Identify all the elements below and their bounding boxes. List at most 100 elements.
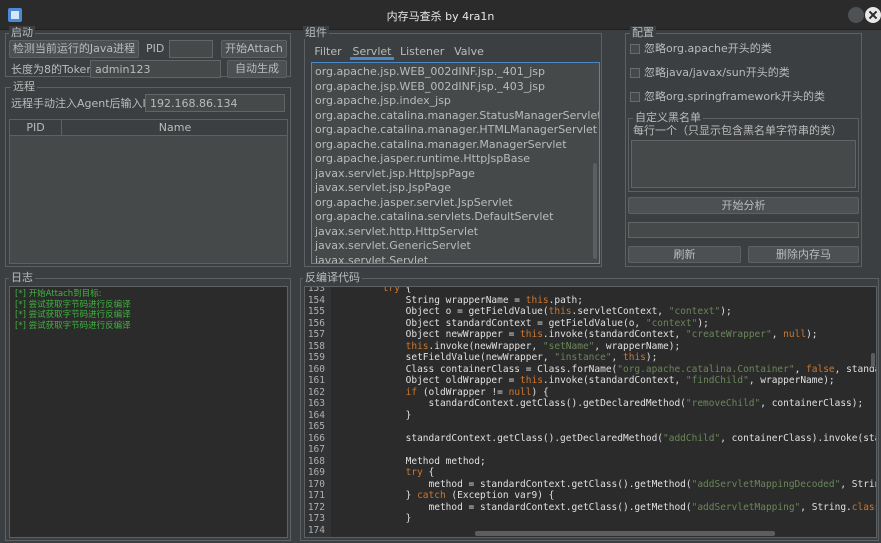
tab-valve[interactable]: Valve (452, 44, 486, 60)
code-line: } catch (Exception var9) { (337, 490, 555, 501)
class-list-item[interactable]: org.apache.catalina.servlets.DefaultServ… (315, 210, 553, 224)
line-number-gutter: 153 154 155 156 157 158 159 160 161 162 … (305, 287, 331, 537)
class-list-item[interactable]: org.apache.jsp.WEB_002dINF.jsp._403_jsp (315, 80, 545, 94)
ignore-apache-label: 忽略org.apache开头的类 (644, 42, 772, 55)
remote-ip-input[interactable]: 192.168.86.134 (145, 94, 285, 112)
code-line: try { (382, 286, 412, 294)
code-line: if (oldWrapper != null) { (405, 386, 549, 398)
code-line: Object oldWrapper = this.invoke(standard… (337, 375, 835, 386)
blacklist-title: 自定义黑名单 (633, 111, 703, 124)
ignore-apache-checkbox[interactable] (630, 44, 640, 54)
components-group-title: 组件 (303, 26, 329, 39)
title-bar: 内存马查杀 by 4ra1n (0, 0, 881, 30)
line-number: 154 (307, 294, 325, 306)
class-list-item[interactable]: org.apache.jsp.WEB_002dINF.jsp._401_jsp (315, 65, 545, 79)
token-input[interactable]: admin123 (90, 60, 221, 78)
detect-java-process-button[interactable]: 检测当前运行的Java进程 (9, 40, 139, 58)
tab-servlet[interactable]: Servlet (350, 44, 394, 60)
line-number: 161 (307, 375, 325, 386)
minimize-button[interactable] (848, 7, 864, 23)
refresh-button[interactable]: 刷新 (628, 246, 741, 263)
code-line: setFieldValue(newWrapper, "instance", th… (337, 352, 658, 363)
code-group-title: 反编译代码 (303, 271, 362, 284)
line-number: 165 (307, 421, 325, 432)
class-list[interactable]: org.apache.jsp.WEB_002dINF.jsp._401_jsp … (311, 62, 600, 264)
ignore-java-label: 忽略java/javax/sun开头的类 (644, 66, 790, 79)
class-list-item[interactable]: org.apache.jsp.index_jsp (315, 94, 451, 108)
line-number: 163 (307, 398, 325, 409)
class-list-item[interactable]: javax.servlet.jsp.JspPage (315, 181, 451, 195)
line-number: 155 (307, 306, 325, 317)
code-vertical-scrollbar[interactable] (871, 353, 875, 367)
analysis-progress (628, 222, 859, 238)
class-list-item[interactable]: org.apache.catalina.manager.HTMLManagerS… (315, 123, 597, 137)
pid-label: PID (146, 42, 165, 55)
tab-listener[interactable]: Listener (400, 44, 444, 60)
line-number: 156 (307, 317, 325, 329)
autogen-token-button[interactable]: 自动生成 (227, 60, 287, 78)
pid-input[interactable] (169, 40, 213, 58)
attach-button[interactable]: 开始Attach (221, 40, 287, 58)
line-number: 171 (307, 490, 325, 501)
class-list-scrollbar[interactable] (593, 163, 597, 259)
class-list-item[interactable]: org.apache.catalina.manager.ManagerServl… (315, 138, 567, 152)
analyze-button[interactable]: 开始分析 (628, 197, 859, 214)
process-table[interactable] (9, 136, 288, 264)
line-number: 168 (307, 455, 325, 467)
column-pid[interactable]: PID (10, 120, 62, 135)
ignore-spring-checkbox[interactable] (630, 92, 640, 102)
code-line: standardContext.getClass().getDeclaredMe… (337, 398, 864, 409)
line-number: 172 (307, 501, 325, 513)
log-output[interactable]: [*] 开始Attach到目标: [*] 尝试获取字节码进行反编译 [*] 尝试… (9, 286, 288, 538)
close-button[interactable] (865, 7, 881, 23)
code-line: } (337, 409, 412, 421)
code-horizontal-scrollbar[interactable] (475, 531, 775, 536)
code-line: String wrapperName = this.path; (337, 294, 583, 306)
code-line: standardContext.getClass().getDeclaredMe… (337, 432, 876, 444)
decompiled-code-editor[interactable]: 153 154 155 156 157 158 159 160 161 162 … (304, 286, 877, 538)
code-line: try { (405, 467, 435, 478)
line-number: 153 (307, 286, 325, 294)
class-list-item[interactable]: org.apache.jasper.servlet.JspServlet (315, 196, 513, 210)
log-line: [*] 尝试获取字节码进行反编译 (15, 299, 131, 310)
log-line: [*] 尝试获取字节码进行反编译 (15, 310, 131, 320)
class-list-item[interactable]: org.apache.catalina.manager.StatusManage… (315, 109, 599, 123)
class-list-item[interactable]: org.apache.jasper.runtime.HttpJspBase (315, 152, 530, 166)
ignore-spring-label: 忽略org.springframework开头的类 (644, 90, 826, 103)
tab-filter[interactable]: Filter (311, 44, 345, 60)
class-list-item[interactable]: javax.servlet.jsp.HttpJspPage (315, 167, 475, 181)
class-list-item[interactable]: javax.servlet.http.HttpServlet (315, 225, 478, 239)
line-number: 157 (307, 329, 325, 340)
code-line: method = standardContext.getClass().getM… (337, 501, 877, 513)
log-line: [*] 尝试获取字节码进行反编译 (15, 320, 131, 331)
blacklist-textarea[interactable] (631, 140, 856, 188)
class-list-item[interactable]: javax.servlet.GenericServlet (315, 239, 471, 253)
line-number: 162 (307, 386, 325, 398)
line-number: 169 (307, 467, 325, 478)
line-number: 170 (307, 478, 325, 490)
code-line: method = standardContext.getClass().getM… (337, 478, 877, 490)
line-number: 159 (307, 352, 325, 363)
line-number: 174 (307, 524, 325, 536)
line-number: 164 (307, 409, 325, 421)
remote-group-title: 远程 (11, 80, 37, 93)
ignore-java-checkbox[interactable] (630, 68, 640, 78)
line-number: 166 (307, 432, 325, 444)
code-line: } (337, 513, 412, 524)
code-line: this.invoke(newWrapper, "setName", wrapp… (405, 340, 681, 352)
line-number: 160 (307, 363, 325, 375)
process-table-header: PID Name (9, 119, 288, 136)
delete-memshell-button[interactable]: 删除内存马 (748, 246, 859, 263)
log-line: [*] 开始Attach到目标: (15, 289, 102, 299)
code-line: Object newWrapper = this.invoke(standard… (337, 329, 818, 340)
remote-ip-label: 远程手动注入Agent后输入IP (11, 97, 153, 110)
column-name[interactable]: Name (62, 120, 288, 135)
class-list-item[interactable]: javax.servlet.Servlet (315, 254, 428, 264)
line-number: 167 (307, 444, 325, 455)
line-number: 158 (307, 340, 325, 352)
window-title: 内存马查杀 by 4ra1n (386, 10, 495, 23)
code-line: Method method; (337, 455, 486, 467)
blacklist-hint: 每行一个（只显示包含黑名单字符串的类） (633, 124, 842, 137)
token-label: 长度为8的Token (11, 63, 94, 76)
line-number: 173 (307, 513, 325, 524)
